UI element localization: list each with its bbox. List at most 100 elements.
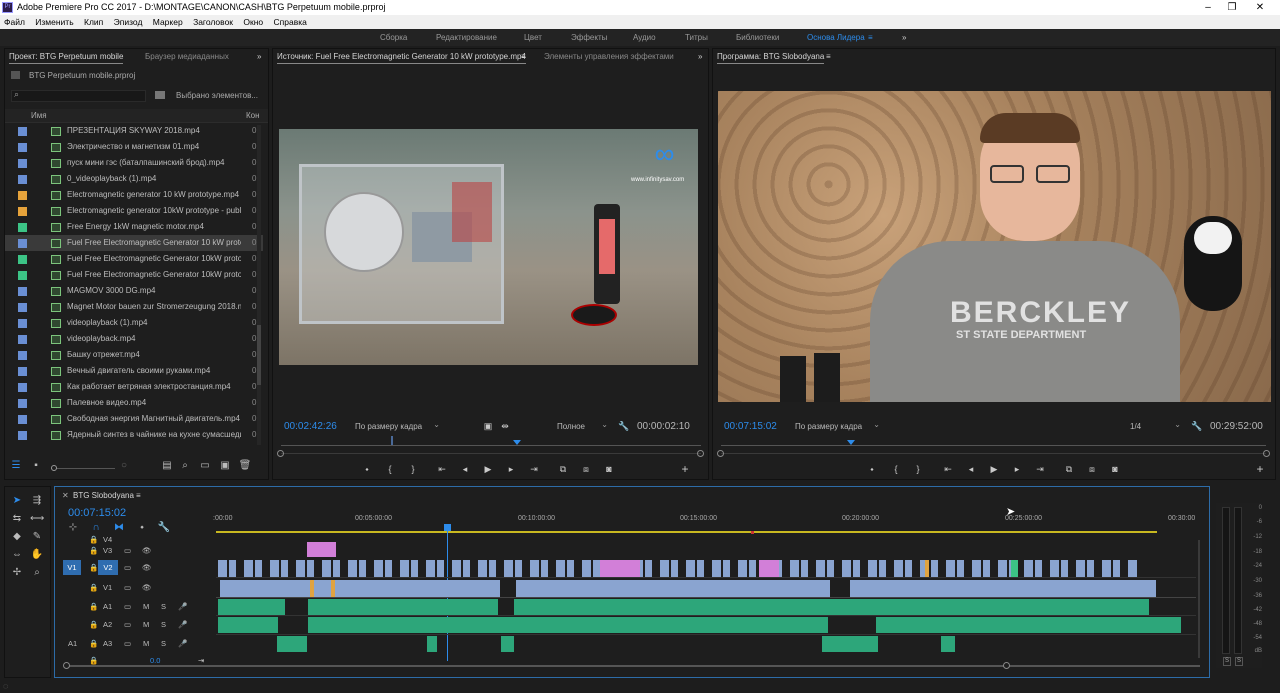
workspace-assembly[interactable]: Сборка	[380, 29, 407, 46]
tab-media-browser[interactable]: Браузер медиаданных	[145, 49, 229, 65]
track-target-v2[interactable]: V2	[98, 560, 118, 575]
label-color-swatch[interactable]	[18, 303, 27, 312]
list-item[interactable]: 0_videoplayback (1).mp4 0	[5, 171, 263, 187]
program-settings-wrench-icon[interactable]: 🔧	[1190, 420, 1204, 432]
list-item[interactable]: videoplayback.mp4 0	[5, 331, 263, 347]
label-color-swatch[interactable]	[18, 399, 27, 408]
minimize-icon[interactable]: –	[1196, 0, 1220, 15]
more-panels-icon[interactable]: »	[257, 49, 261, 65]
label-color-swatch[interactable]	[18, 223, 27, 232]
label-color-swatch[interactable]	[18, 143, 27, 152]
maximize-icon[interactable]: ❐	[1220, 0, 1244, 15]
list-item[interactable]: Свободная энергия Магнитный двигатель.mp…	[5, 411, 263, 427]
track-lock-icon[interactable]: 🔒	[89, 542, 98, 559]
play-icon[interactable]: ▶	[481, 463, 495, 475]
track-mute-icon[interactable]: M	[143, 635, 149, 652]
timeline-horizontal-scrollbar[interactable]	[66, 665, 1200, 667]
list-item[interactable]: Башку отрежет.mp4 0	[5, 347, 263, 363]
solo-left-button[interactable]: S	[1223, 657, 1231, 666]
source-patch-a1[interactable]: A1	[68, 635, 77, 652]
more-source-panels-icon[interactable]: »	[698, 49, 702, 65]
workspace-custom[interactable]: Основа Лидера	[807, 29, 865, 46]
list-item[interactable]: videoplayback (1).mp4 0	[5, 315, 263, 331]
list-item[interactable]: Как работает ветряная электростанция.mp4…	[5, 379, 263, 395]
menu-marker[interactable]: Маркер	[149, 15, 187, 29]
label-color-swatch[interactable]	[18, 271, 27, 280]
extract-icon[interactable]: ⧈	[1085, 463, 1099, 475]
v1-orange-clip[interactable]	[310, 580, 314, 598]
list-item[interactable]: Electromagnetic generator 10 kW prototyp…	[5, 187, 263, 203]
v2-orange-clip[interactable]	[925, 560, 929, 577]
timeline-close-icon[interactable]: ✕	[62, 490, 69, 502]
program-play-icon[interactable]: ▶	[987, 463, 1001, 475]
column-start[interactable]: Кон	[246, 111, 260, 120]
track-lock-icon[interactable]: 🔒	[89, 616, 98, 633]
a3-clip[interactable]	[501, 636, 514, 652]
list-item[interactable]: Electromagnetic generator 10kW prototype…	[5, 203, 263, 219]
workspace-titles[interactable]: Титры	[685, 29, 708, 46]
program-go-to-in-icon[interactable]: ⇤	[941, 463, 955, 475]
new-item-icon[interactable]: ▣	[218, 459, 232, 473]
list-item[interactable]: Палевное видео.mp4 0	[5, 395, 263, 411]
program-fit-dropdown[interactable]: По размеру кадра	[795, 419, 880, 433]
work-area-bar[interactable]	[216, 531, 1157, 533]
sort-icon[interactable]: ▤	[160, 459, 174, 473]
label-color-swatch[interactable]	[18, 319, 27, 328]
list-item[interactable]: Электричество и магнетизм 01.mp4 0	[5, 139, 263, 155]
list-item[interactable]: Free Energy 1kW magnetic motor.mp4 0	[5, 219, 263, 235]
pen-tool-icon[interactable]: ✎	[30, 530, 44, 544]
program-step-back-icon[interactable]: ◂	[964, 463, 978, 475]
v2-clips[interactable]	[218, 560, 1138, 577]
list-item[interactable]: Fuel Free Electromagnetic Generator 10kW…	[5, 251, 263, 267]
a2-clip[interactable]	[218, 617, 278, 633]
zoom-slider[interactable]	[51, 465, 115, 471]
type-tool-icon[interactable]: ✢	[10, 566, 24, 580]
mark-in-icon[interactable]: {	[383, 463, 397, 475]
program-menu-icon[interactable]: ≡	[826, 49, 831, 65]
track-eye-icon[interactable]: 👁	[142, 579, 152, 596]
label-color-swatch[interactable]	[18, 287, 27, 296]
list-item[interactable]: Fuel Free Electromagnetic Generator 10 k…	[5, 235, 263, 251]
program-step-forward-icon[interactable]: ▸	[1010, 463, 1024, 475]
go-to-out-icon[interactable]: ⇥	[527, 463, 541, 475]
timeline-playhead-head[interactable]	[444, 524, 451, 531]
new-bin-search-icon[interactable]	[155, 91, 165, 99]
source-zoom-bar[interactable]	[281, 453, 701, 454]
lift-icon[interactable]: ⧉	[1062, 463, 1076, 475]
track-lock-icon[interactable]: 🔒	[89, 598, 98, 615]
track-mute-icon[interactable]: M	[143, 616, 149, 633]
source-add-button-icon[interactable]: +	[678, 463, 692, 475]
workspace-editing[interactable]: Редактирование	[436, 29, 497, 46]
menu-sequence[interactable]: Эпизод	[110, 15, 147, 29]
find-icon[interactable]: ⌕	[178, 459, 192, 473]
program-quality-dropdown[interactable]: 1/4	[1130, 419, 1181, 433]
drag-video-icon[interactable]: ⇹	[498, 420, 512, 432]
more-workspaces-icon[interactable]: »	[902, 29, 906, 46]
workspace-audio[interactable]: Аудио	[633, 29, 656, 46]
slip-tool-icon[interactable]: ⟷	[30, 512, 44, 526]
razor-tool-icon[interactable]: ◆	[10, 530, 24, 544]
label-color-swatch[interactable]	[18, 191, 27, 200]
list-item[interactable]: Fuel Free Electromagnetic Generator 10kW…	[5, 267, 263, 283]
overwrite-icon[interactable]: ⧈	[579, 463, 593, 475]
track-solo-icon[interactable]: S	[161, 635, 166, 652]
menu-window[interactable]: Окно	[239, 15, 267, 29]
track-sync-icon[interactable]: ▭	[124, 616, 131, 633]
workspace-menu-icon[interactable]: ≡	[868, 29, 873, 46]
program-playhead[interactable]	[847, 440, 855, 445]
label-color-swatch[interactable]	[18, 415, 27, 424]
label-color-swatch[interactable]	[18, 159, 27, 168]
source-video-frame[interactable]: ∞ www.infinitysav.com	[279, 129, 698, 365]
track-sync-icon[interactable]: ▭	[124, 559, 131, 576]
source-playhead[interactable]	[513, 440, 521, 445]
a1-clip[interactable]	[308, 599, 498, 615]
go-to-in-icon[interactable]: ⇤	[435, 463, 449, 475]
close-icon[interactable]: ✕	[1248, 0, 1272, 15]
sequence-menu-icon[interactable]: ≡	[136, 490, 141, 502]
insert-icon[interactable]: ⧉	[556, 463, 570, 475]
workspace-effects[interactable]: Эффекты	[571, 29, 607, 46]
v2-pink-clip[interactable]	[759, 560, 779, 577]
track-voiceover-icon[interactable]: 🎤	[178, 635, 187, 652]
tab-program[interactable]: Программа: BTG Slobodyana	[717, 49, 825, 65]
label-color-swatch[interactable]	[18, 239, 27, 248]
